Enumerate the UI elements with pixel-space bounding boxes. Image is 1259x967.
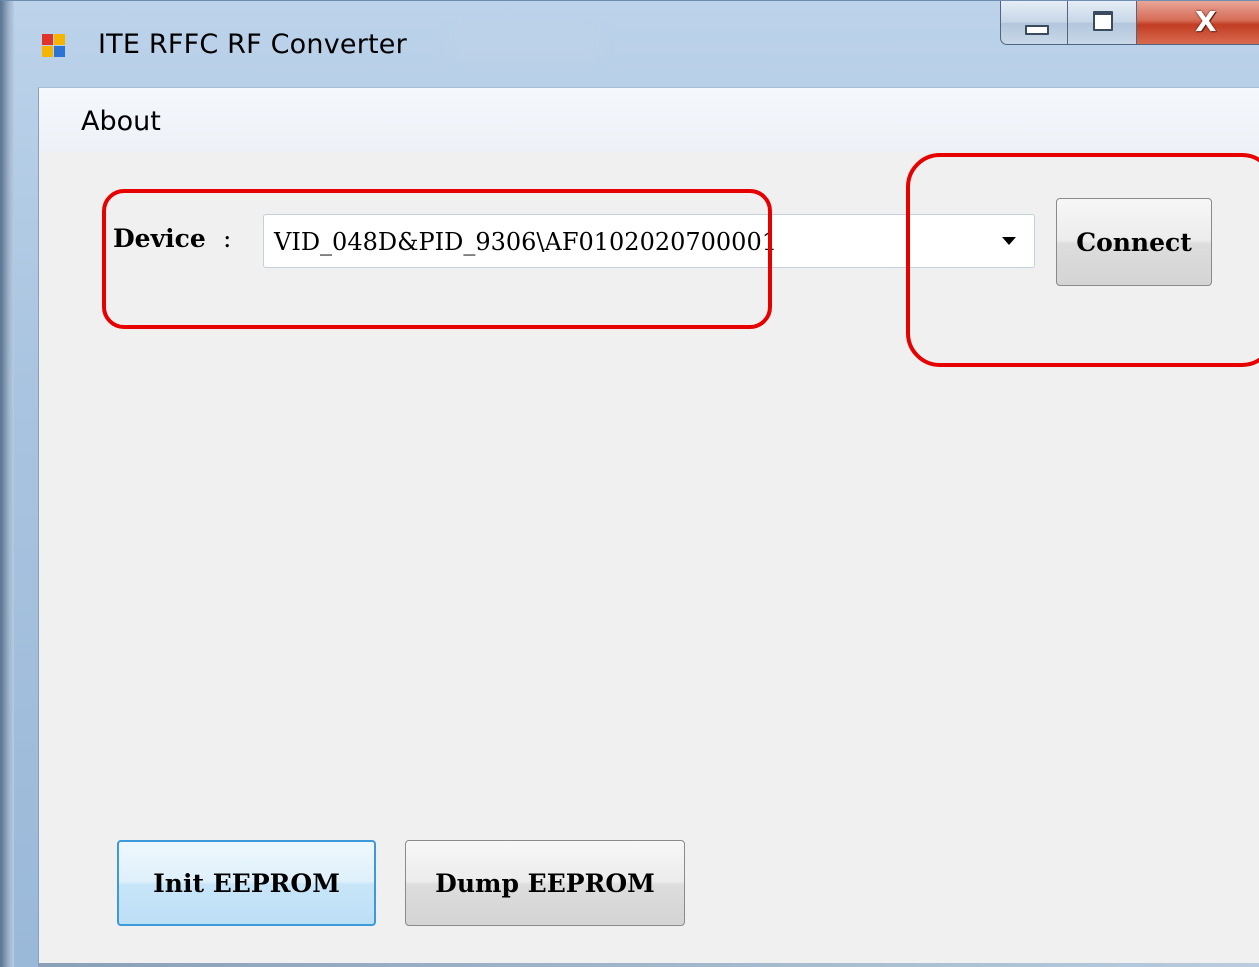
init-eeprom-button[interactable]: Init EEPROM bbox=[117, 840, 376, 926]
window-edge bbox=[2, 1, 14, 967]
device-label: Device bbox=[113, 224, 206, 253]
close-icon: X bbox=[1195, 5, 1217, 38]
dump-eeprom-button[interactable]: Dump EEPROM bbox=[405, 840, 685, 926]
menu-item-about[interactable]: About bbox=[69, 102, 173, 141]
window-bottom-edge bbox=[39, 963, 1259, 967]
device-dropdown[interactable]: VID_048D&PID_9306\AF0102020700001 bbox=[263, 214, 1035, 268]
chevron-down-icon[interactable] bbox=[1002, 237, 1016, 245]
app-window: ITE RFFC RF Converter X About Device : V… bbox=[0, 0, 1259, 967]
connect-button[interactable]: Connect bbox=[1056, 198, 1212, 286]
client-area: About Device : VID_048D&PID_9306\AF01020… bbox=[38, 87, 1259, 967]
close-button[interactable]: X bbox=[1136, 1, 1259, 45]
maximize-button[interactable] bbox=[1067, 1, 1137, 45]
window-controls: X bbox=[1000, 1, 1259, 45]
device-label-colon: : bbox=[223, 224, 232, 253]
device-selected-value: VID_048D&PID_9306\AF0102020700001 bbox=[274, 228, 777, 256]
window-title: ITE RFFC RF Converter bbox=[98, 29, 407, 60]
minimize-icon bbox=[1025, 25, 1049, 35]
title-glass-blur bbox=[452, 31, 602, 59]
menu-bar: About bbox=[39, 88, 1259, 152]
minimize-button[interactable] bbox=[1000, 1, 1068, 45]
app-icon bbox=[42, 34, 66, 58]
maximize-icon bbox=[1093, 11, 1113, 31]
